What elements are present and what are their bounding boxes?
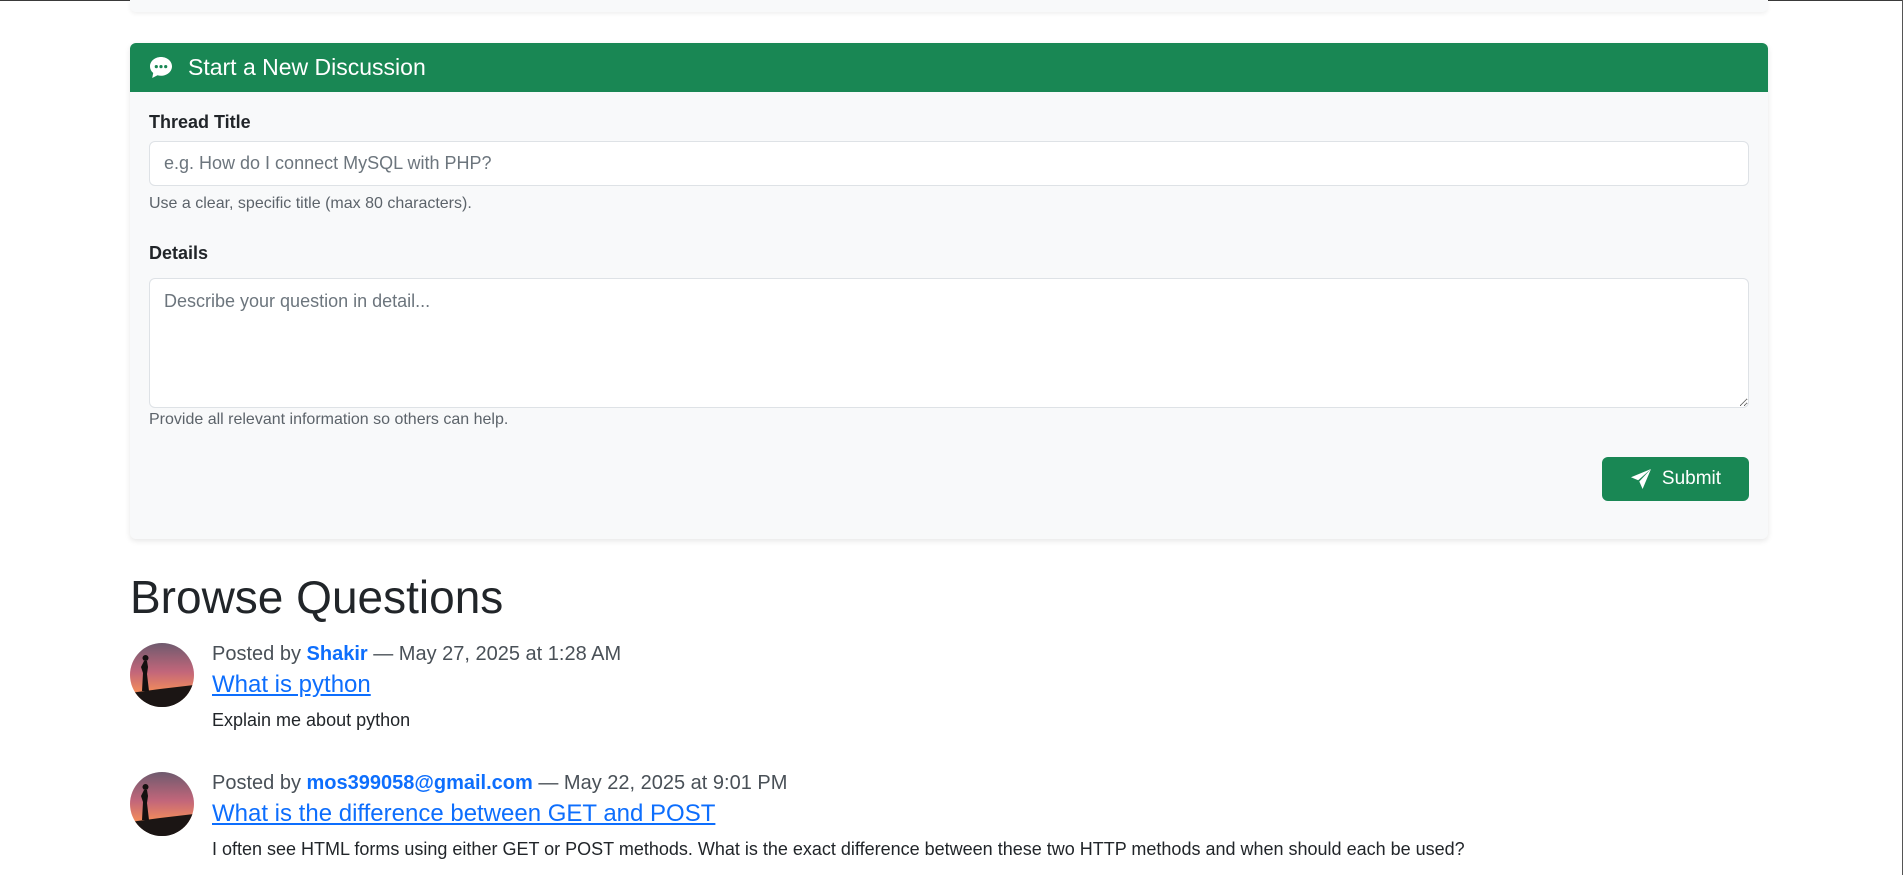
question-description: I often see HTML forms using either GET … [212,839,1465,859]
submit-label: Submit [1661,468,1722,489]
avatar [130,643,194,707]
author-link[interactable]: Shakir [307,643,368,665]
card-title: Start a New Discussion [188,54,426,80]
new-discussion-card: Start a New Discussion Thread Title Use … [130,43,1768,539]
details-help: Provide all relevant information so othe… [149,411,509,428]
question-title-link[interactable]: What is the difference between GET and P… [212,800,715,828]
question-item: Posted by Shakir — May 27, 2025 at 1:28 … [130,643,1770,733]
posted-by-prefix: Posted by [212,772,301,794]
author-link[interactable]: mos399058@gmail.com [307,772,533,794]
post-date: — May 27, 2025 at 1:28 AM [373,643,622,665]
question-description: Explain me about python [212,710,411,730]
previous-card-bottom [130,0,1768,12]
card-header: Start a New Discussion [130,43,1768,92]
thread-title-help: Use a clear, specific title (max 80 char… [149,195,472,212]
post-date: — May 22, 2025 at 9:01 PM [538,772,788,794]
question-meta: Posted by Shakir — May 27, 2025 at 1:28 … [212,643,621,666]
send-icon [1630,468,1652,490]
posted-by-prefix: Posted by [212,643,301,665]
question-title-link[interactable]: What is python [212,671,371,699]
chat-bubble-icon [148,55,174,81]
page: Start a New Discussion Thread Title Use … [0,0,1903,875]
avatar [130,772,194,836]
browse-heading: Browse Questions [130,571,504,623]
details-textarea[interactable] [149,278,1749,408]
question-meta: Posted by mos399058@gmail.com — May 22, … [212,772,787,795]
thread-title-label: Thread Title [149,112,251,132]
submit-button[interactable]: Submit [1602,457,1749,501]
question-item: Posted by mos399058@gmail.com — May 22, … [130,772,1770,872]
thread-title-input[interactable] [149,141,1749,186]
details-label: Details [149,243,209,263]
